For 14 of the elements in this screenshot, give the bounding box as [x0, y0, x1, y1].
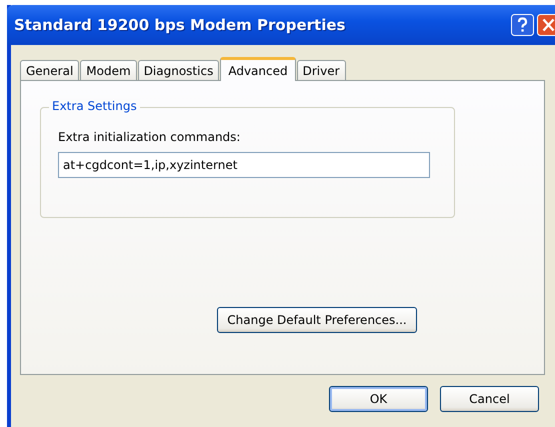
- group-title: Extra Settings: [49, 99, 140, 113]
- help-icon[interactable]: [511, 14, 534, 36]
- field-label: Extra initialization commands:: [58, 130, 242, 144]
- dialog-button[interactable]: OK: [329, 386, 428, 412]
- tab[interactable]: Modem: [80, 60, 137, 80]
- input-field[interactable]: at+cgdcont=1,ip,xyzinternet: [58, 152, 430, 178]
- window-title: Standard 19200 bps Modem Properties: [14, 16, 346, 34]
- tab[interactable]: Diagnostics: [138, 60, 220, 80]
- dialog-button[interactable]: Cancel: [440, 386, 539, 412]
- tab[interactable]: General: [20, 60, 80, 80]
- close-icon[interactable]: [537, 14, 555, 36]
- tab[interactable]: Advanced: [220, 57, 296, 81]
- change-preferences-button[interactable]: Change Default Preferences...: [217, 307, 417, 333]
- tab[interactable]: Driver: [296, 60, 346, 80]
